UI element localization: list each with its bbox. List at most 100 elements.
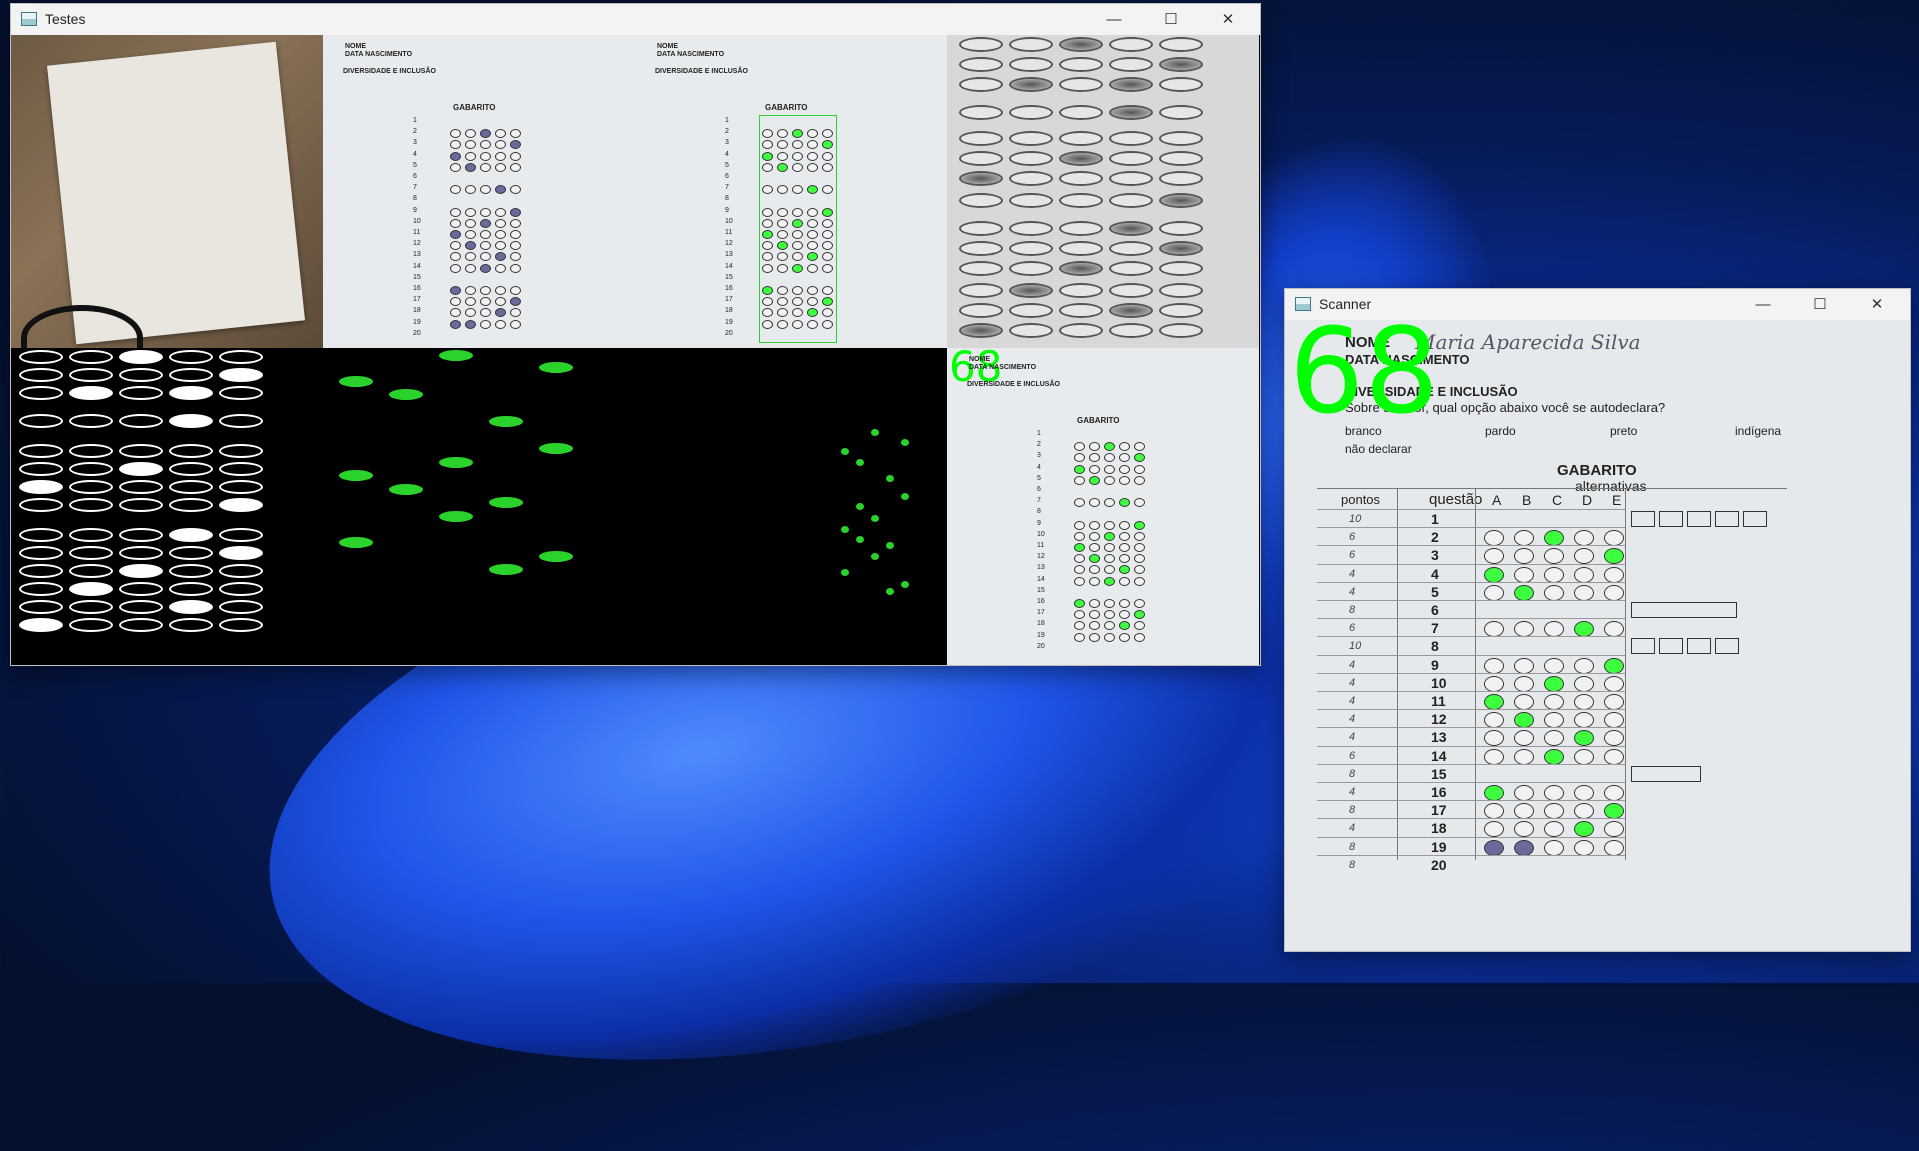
- answer-bubble: [1104, 632, 1115, 642]
- answer-bubble: [480, 218, 491, 228]
- question-number: 10: [725, 217, 733, 225]
- answer-dot: [871, 429, 879, 436]
- tests-content: NOME DATA NASCIMENTO DIVERSIDADE E INCLUSÃ…: [11, 35, 1260, 665]
- close-button[interactable]: ✕: [1205, 4, 1251, 34]
- answer-dot: [856, 503, 864, 510]
- question-number: 13: [1037, 564, 1045, 572]
- tests-titlebar[interactable]: Testes — ☐ ✕: [11, 4, 1260, 34]
- threshold-bubble: [19, 386, 63, 400]
- bubble-oval: [1109, 221, 1153, 236]
- answer-bubble: [1574, 839, 1594, 856]
- answer-bubble: [1104, 610, 1115, 620]
- threshold-bubble: [219, 414, 263, 428]
- answer-bubble: [480, 151, 491, 161]
- row-line: [1317, 600, 1625, 601]
- answer-bubble: [450, 308, 461, 318]
- question-number: 4: [725, 150, 729, 158]
- option-preto: preto: [1610, 424, 1638, 438]
- answer-bubble: [1604, 821, 1624, 838]
- close-button[interactable]: ✕: [1854, 289, 1900, 319]
- threshold-bubble: [219, 350, 263, 364]
- answer-bubble: [1484, 548, 1504, 565]
- row-line: [1317, 836, 1625, 838]
- answer-bubble: [1089, 531, 1100, 541]
- answer-bubble: [1119, 475, 1130, 485]
- answer-bubble: [1604, 675, 1624, 692]
- row-line: [1317, 636, 1625, 638]
- points-value: 4: [1349, 567, 1356, 580]
- bubble-oval: [1009, 283, 1053, 298]
- threshold-bubble: [69, 368, 113, 382]
- answer-bubble: [465, 129, 476, 139]
- bubble-oval: [1009, 261, 1053, 276]
- answer-bubble: [1604, 748, 1624, 765]
- points-value: 8: [1349, 858, 1356, 871]
- bubble-oval: [1059, 171, 1103, 186]
- bubble-oval: [1059, 283, 1103, 298]
- answer-bubble: [1544, 566, 1564, 583]
- answer-bubble: [1089, 610, 1100, 620]
- bubble-oval: [1009, 131, 1053, 146]
- threshold-bubble: [119, 582, 163, 596]
- answer-bubble: [1134, 599, 1145, 608]
- answer-bubble: [1074, 621, 1085, 631]
- answer-bubble: [1544, 821, 1564, 838]
- answer-bubble: [1104, 498, 1115, 508]
- answer-bubble: [1104, 621, 1115, 631]
- question-number: 10: [1431, 674, 1447, 691]
- row-line: [1317, 509, 1625, 510]
- photo-sheet: [46, 41, 306, 345]
- maximize-button[interactable]: ☐: [1148, 4, 1194, 34]
- answer-bubble: [1104, 453, 1115, 463]
- row-line: [1317, 763, 1625, 765]
- marked-bubble: [439, 350, 473, 361]
- answer-bubble: [465, 308, 476, 318]
- bubble-oval: [1059, 57, 1103, 72]
- answer-bubble: [1119, 442, 1130, 452]
- minimize-button[interactable]: —: [1740, 289, 1786, 319]
- row-line: [1317, 691, 1625, 692]
- question-number: 13: [413, 251, 421, 259]
- answer-bubble: [1544, 621, 1564, 638]
- marked-bubble: [389, 389, 423, 400]
- answer-bubble: [495, 297, 506, 307]
- answer-bubble: [1134, 442, 1145, 452]
- answer-bubble: [1119, 632, 1130, 642]
- answer-dot: [886, 475, 894, 482]
- answer-bubble: [1134, 453, 1145, 463]
- answer-bubble: [1134, 632, 1145, 642]
- bubble-oval: [1159, 241, 1203, 256]
- answer-bubble: [1119, 453, 1130, 463]
- question-number: 6: [1037, 486, 1041, 493]
- question-number: 8: [1431, 638, 1439, 655]
- bubble-oval: [959, 193, 1003, 208]
- answer-bubble: [465, 252, 476, 262]
- scanner-titlebar[interactable]: Scanner — ☐ ✕: [1285, 289, 1910, 319]
- marked-bubble: [339, 376, 373, 387]
- question-number: 18: [1431, 820, 1447, 837]
- answer-digit-box: [1631, 511, 1655, 527]
- threshold-bubble: [169, 618, 213, 632]
- row-line: [1317, 818, 1625, 820]
- bubble-oval: [1059, 105, 1103, 120]
- bubble-oval: [959, 57, 1003, 72]
- answer-bubble: [1484, 657, 1504, 674]
- answer-bubble: [495, 319, 506, 329]
- threshold-bubble: [169, 582, 213, 596]
- threshold-bubble: [169, 480, 213, 494]
- answer-bubble: [465, 297, 476, 307]
- answer-bubble: [465, 162, 476, 172]
- answer-bubble: [480, 263, 491, 273]
- answer-bubble: [1134, 531, 1145, 541]
- letter-header: E: [1612, 492, 1622, 508]
- answer-bubble: [495, 241, 506, 251]
- answer-bubble: [1134, 475, 1145, 485]
- tests-window[interactable]: Testes — ☐ ✕ NOME DATA NASCIMENTO DIVERSID…: [10, 3, 1261, 666]
- threshold-bubble: [19, 462, 63, 476]
- answer-bubble: [1089, 475, 1100, 485]
- maximize-button[interactable]: ☐: [1797, 289, 1843, 319]
- scanner-window[interactable]: Scanner — ☐ ✕ NOME Maria Aparecida Silva…: [1284, 288, 1911, 952]
- answer-bubble: [1484, 530, 1504, 547]
- threshold-bubble: [169, 414, 213, 428]
- minimize-button[interactable]: —: [1091, 4, 1137, 34]
